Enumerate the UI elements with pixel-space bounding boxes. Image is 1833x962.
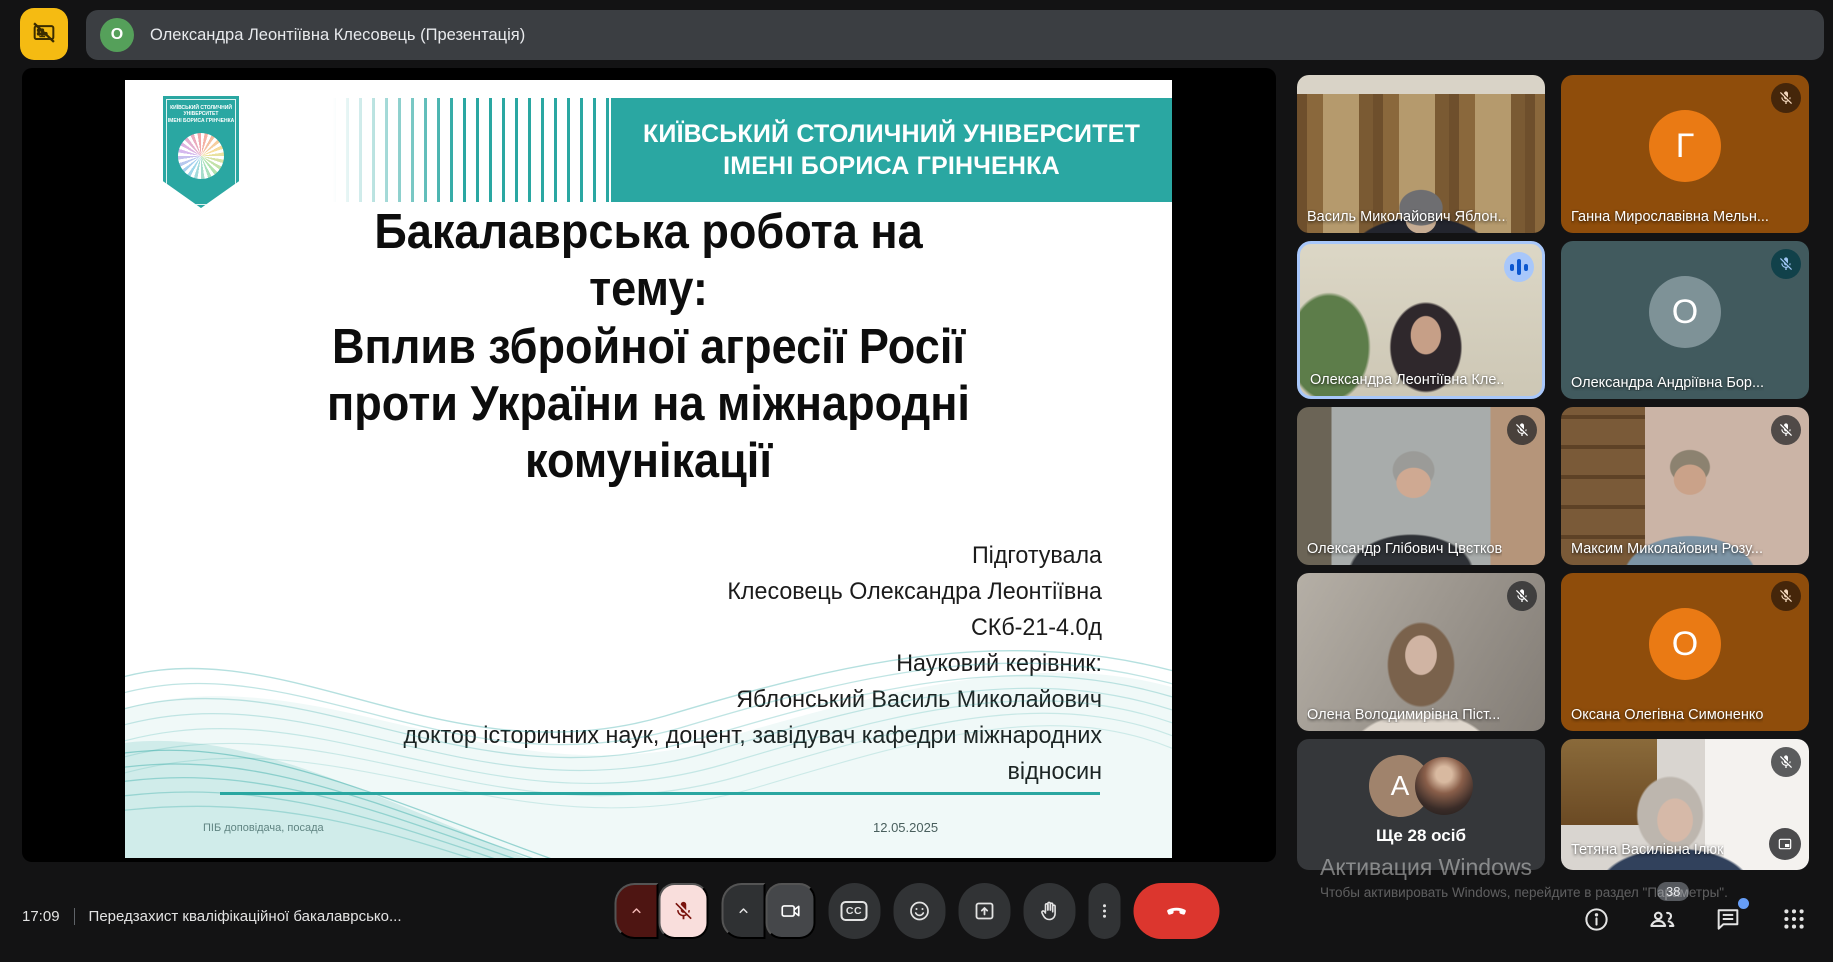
participant-name: Олександра Андріївна Бор... bbox=[1571, 375, 1764, 391]
slide-divider-line bbox=[220, 792, 1100, 795]
reactions-icon bbox=[907, 899, 931, 923]
camera-icon bbox=[779, 900, 801, 922]
camera-control-group bbox=[721, 883, 815, 939]
slide-title: Бакалаврська робота на тему: Вплив зброй… bbox=[167, 204, 1130, 491]
mic-off-icon bbox=[1514, 422, 1530, 438]
mic-off-icon bbox=[1514, 588, 1530, 604]
captions-icon: CC bbox=[841, 901, 867, 921]
chat-icon bbox=[1714, 905, 1742, 933]
slide-footer-speaker: ПІБ доповідача, посада bbox=[203, 822, 324, 834]
overflow-avatars: А bbox=[1369, 755, 1473, 817]
participant-name: Олександр Глібович Цвєтков bbox=[1307, 541, 1502, 557]
shared-screen-tile[interactable]: КИЇВСЬКИЙ СТОЛИЧНИЙ УНІВЕРСИТЕТ ІМЕНІ БО… bbox=[22, 68, 1276, 862]
mic-off-icon bbox=[1778, 256, 1794, 272]
chat-notification-dot bbox=[1738, 898, 1749, 909]
slide-footer-date: 12.05.2025 bbox=[873, 820, 938, 835]
pip-button[interactable] bbox=[1769, 828, 1801, 860]
present-button[interactable] bbox=[958, 883, 1010, 939]
keyboard-off-button[interactable] bbox=[20, 8, 68, 60]
divider bbox=[74, 908, 75, 925]
meeting-info: 17:09 Передзахист кваліфікаційної бакала… bbox=[22, 908, 402, 925]
more-participants-tile[interactable]: А Ще 28 осіб bbox=[1297, 739, 1545, 870]
mic-options-button[interactable] bbox=[614, 883, 658, 939]
more-options-button[interactable] bbox=[1088, 883, 1120, 939]
mic-mute-button[interactable] bbox=[658, 883, 708, 939]
avatar: Г bbox=[1649, 110, 1721, 182]
avatar: О bbox=[1649, 276, 1721, 348]
presenter-banner[interactable]: О Олександра Леонтіївна Клесовець (Презе… bbox=[86, 10, 1824, 60]
university-emblem-icon bbox=[178, 133, 224, 179]
chevron-up-icon bbox=[735, 903, 751, 919]
mic-off-badge bbox=[1771, 581, 1801, 611]
mic-off-badge bbox=[1771, 415, 1801, 445]
call-controls: CC bbox=[614, 883, 1219, 939]
raise-hand-icon bbox=[1037, 899, 1061, 923]
university-header: КИЇВСЬКИЙ СТОЛИЧНИЙ УНІВЕРСИТЕТ ІМЕНІ БО… bbox=[611, 98, 1172, 202]
university-logo: КИЇВСЬКИЙ СТОЛИЧНИЙ УНІВЕРСИТЕТ ІМЕНІ БО… bbox=[163, 96, 239, 208]
participant-tile[interactable]: Г Ганна Мирославівна Мельн... bbox=[1561, 75, 1809, 233]
slide-header-stripes bbox=[333, 98, 613, 202]
speaking-indicator-icon bbox=[1504, 252, 1534, 282]
mic-off-badge bbox=[1771, 83, 1801, 113]
participant-count-badge: 38 bbox=[1657, 882, 1689, 901]
mic-control-group bbox=[614, 883, 708, 939]
pip-icon bbox=[1777, 836, 1793, 852]
mic-off-badge bbox=[1771, 249, 1801, 279]
mic-off-badge bbox=[1771, 747, 1801, 777]
mic-off-icon bbox=[672, 900, 694, 922]
reactions-button[interactable] bbox=[893, 883, 945, 939]
presentation-slide: КИЇВСЬКИЙ СТОЛИЧНИЙ УНІВЕРСИТЕТ ІМЕНІ БО… bbox=[125, 80, 1172, 858]
mic-off-badge bbox=[1507, 581, 1537, 611]
presenter-label: Олександра Леонтіївна Клесовець (Презент… bbox=[150, 26, 525, 45]
activities-button[interactable] bbox=[1777, 902, 1811, 936]
raise-hand-button[interactable] bbox=[1023, 883, 1075, 939]
meeting-details-button[interactable] bbox=[1579, 902, 1613, 936]
people-panel-button[interactable]: 38 bbox=[1645, 902, 1679, 936]
participant-name: Олександра Леонтіївна Кле... bbox=[1310, 372, 1504, 388]
slide-byline: Підготувала Клесовець Олександра Леонтії… bbox=[268, 538, 1102, 790]
mic-off-icon bbox=[1778, 754, 1794, 770]
university-logo-text: КИЇВСЬКИЙ СТОЛИЧНИЙ УНІВЕРСИТЕТ ІМЕНІ БО… bbox=[167, 105, 235, 124]
meeting-title: Передзахист кваліфікаційної бакалаврсько… bbox=[89, 908, 402, 925]
participant-tile[interactable]: Олена Володимирівна Піст... bbox=[1297, 573, 1545, 731]
end-call-button[interactable] bbox=[1133, 883, 1219, 939]
meeting-panels: 38 bbox=[1579, 902, 1811, 936]
participant-name: Оксана Олегівна Симоненко bbox=[1571, 707, 1763, 723]
participants-grid: Василь Миколайович Яблон... Г Ганна Миро… bbox=[1297, 75, 1809, 870]
participant-name: Олена Володимирівна Піст... bbox=[1307, 707, 1500, 723]
participant-name: Ганна Мирославівна Мельн... bbox=[1571, 209, 1769, 225]
participant-tile[interactable]: Василь Миколайович Яблон... bbox=[1297, 75, 1545, 233]
meet-window: { "top_bar": { "presenter_pill": { "avat… bbox=[0, 0, 1833, 962]
camera-options-button[interactable] bbox=[721, 883, 765, 939]
mic-off-icon bbox=[1778, 422, 1794, 438]
mic-off-icon bbox=[1778, 588, 1794, 604]
participant-name: Максим Миколайович Розу... bbox=[1571, 541, 1763, 557]
chat-panel-button[interactable] bbox=[1711, 902, 1745, 936]
keyboard-off-icon bbox=[30, 18, 58, 51]
more-participants-label: Ще 28 осіб bbox=[1297, 826, 1545, 846]
participant-tile[interactable]: Тетяна Василівна Ілюк bbox=[1561, 739, 1809, 870]
people-icon bbox=[1647, 904, 1677, 934]
mic-off-badge bbox=[1507, 415, 1537, 445]
present-icon bbox=[972, 899, 996, 923]
presenter-avatar: О bbox=[100, 18, 134, 52]
info-icon bbox=[1583, 906, 1610, 933]
more-options-icon bbox=[1095, 902, 1113, 920]
clock-time: 17:09 bbox=[22, 908, 60, 925]
participant-tile[interactable]: Максим Миколайович Розу... bbox=[1561, 407, 1809, 565]
chevron-up-icon bbox=[628, 903, 644, 919]
captions-button[interactable]: CC bbox=[828, 883, 880, 939]
participant-tile[interactable]: Олександр Глібович Цвєтков bbox=[1297, 407, 1545, 565]
avatar: О bbox=[1649, 608, 1721, 680]
avatar-photo bbox=[1415, 757, 1473, 815]
camera-toggle-button[interactable] bbox=[765, 883, 815, 939]
mic-off-icon bbox=[1778, 90, 1794, 106]
participant-tile-active-speaker[interactable]: Олександра Леонтіївна Кле... bbox=[1297, 241, 1545, 399]
end-call-icon bbox=[1163, 898, 1189, 924]
participant-name: Тетяна Василівна Ілюк bbox=[1571, 842, 1724, 858]
participant-tile[interactable]: О Олександра Андріївна Бор... bbox=[1561, 241, 1809, 399]
participant-tile[interactable]: О Оксана Олегівна Симоненко bbox=[1561, 573, 1809, 731]
participant-name: Василь Миколайович Яблон... bbox=[1307, 209, 1507, 225]
apps-grid-icon bbox=[1781, 906, 1807, 932]
